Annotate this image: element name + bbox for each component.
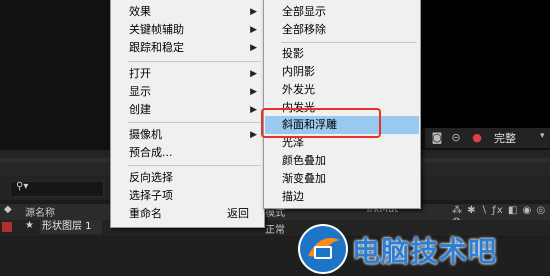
layer-mode-select[interactable]: 正常 bbox=[265, 221, 285, 236]
menu-separator bbox=[128, 61, 261, 62]
menu-item-label: 摄像机 bbox=[129, 128, 162, 141]
menu-item-camera[interactable]: 摄像机 ▶ bbox=[112, 126, 263, 144]
label-column-icon: ◆ bbox=[4, 204, 12, 215]
toggle-icon[interactable]: ⊝ bbox=[449, 131, 463, 144]
menu-item-label: 预合成... bbox=[129, 146, 173, 159]
menu-item-gradient-overlay[interactable]: 渐变叠加 bbox=[265, 170, 419, 188]
menu-item-label: 关键帧辅助 bbox=[129, 23, 184, 36]
chevron-right-icon: ▶ bbox=[250, 43, 257, 53]
menu-item-shortcut: 返回 bbox=[227, 207, 249, 220]
search-icon[interactable]: ⚲▾ bbox=[16, 181, 28, 192]
layer-styles-submenu: 全部显示 全部移除 投影 内阴影 外发光 内发光 斜面和浮雕 光泽 颜色叠加 渐… bbox=[263, 0, 421, 209]
chevron-right-icon: ▶ bbox=[250, 7, 257, 17]
camera-icon[interactable]: ◙ bbox=[430, 131, 444, 144]
menu-item-label: 颜色叠加 bbox=[282, 154, 326, 167]
menu-item-label: 跟踪和稳定 bbox=[129, 41, 184, 54]
menu-item-label: 描边 bbox=[282, 190, 304, 203]
annotation-highlight-box bbox=[261, 108, 381, 138]
menu-item-select-children[interactable]: 选择子项 bbox=[112, 187, 263, 205]
menu-item-label: 显示 bbox=[129, 85, 151, 98]
chevron-right-icon: ▶ bbox=[250, 69, 257, 79]
resolution-select[interactable]: 完整 bbox=[494, 130, 516, 146]
menu-item-keyframe-assistant[interactable]: 关键帧辅助 ▶ bbox=[112, 21, 263, 39]
menu-item-track-and-stabilize[interactable]: 跟踪和稳定 ▶ bbox=[112, 39, 263, 57]
layer-color-label[interactable] bbox=[2, 222, 12, 232]
menu-item-label: 选择子项 bbox=[129, 189, 173, 202]
menu-item-inner-shadow[interactable]: 内阴影 bbox=[265, 63, 419, 81]
watermark-text: 电脑技术吧 bbox=[352, 235, 498, 268]
menu-item-label: 创建 bbox=[129, 103, 151, 116]
menu-item-reveal[interactable]: 显示 ▶ bbox=[112, 83, 263, 101]
menu-item-rename[interactable]: 重命名 返回 bbox=[112, 205, 263, 223]
menu-separator bbox=[128, 165, 261, 166]
column-mode-label: 模式 bbox=[265, 208, 285, 219]
layer-context-menu: 效果 ▶ 关键帧辅助 ▶ 跟踪和稳定 ▶ 打开 ▶ 显示 ▶ 创建 ▶ 摄像机 … bbox=[110, 0, 265, 228]
menu-item-effects[interactable]: 效果 ▶ bbox=[112, 3, 263, 21]
menu-item-label: 打开 bbox=[129, 67, 151, 80]
column-source-name[interactable]: 源名称 bbox=[25, 204, 55, 219]
menu-item-remove-all[interactable]: 全部移除 bbox=[265, 21, 419, 39]
menu-item-label: 投影 bbox=[282, 47, 304, 60]
chevron-down-icon[interactable]: ▾ bbox=[540, 131, 545, 141]
menu-item-label: 效果 bbox=[129, 5, 151, 18]
chevron-right-icon: ▶ bbox=[250, 130, 257, 140]
chevron-right-icon: ▶ bbox=[250, 105, 257, 115]
menu-item-label: 反向选择 bbox=[129, 171, 173, 184]
menu-item-precompose[interactable]: 预合成... bbox=[112, 144, 263, 162]
color-channel-icon[interactable]: ● bbox=[470, 131, 484, 144]
menu-item-open[interactable]: 打开 ▶ bbox=[112, 65, 263, 83]
menu-item-label: 渐变叠加 bbox=[282, 172, 326, 185]
menu-item-show-all[interactable]: 全部显示 bbox=[265, 3, 419, 21]
watermark-logo-icon bbox=[300, 226, 346, 272]
menu-item-label: 重命名 bbox=[129, 207, 162, 220]
shape-layer-icon: ★ bbox=[25, 220, 34, 231]
chevron-right-icon: ▶ bbox=[250, 25, 257, 35]
menu-item-drop-shadow[interactable]: 投影 bbox=[265, 45, 419, 63]
menu-item-stroke[interactable]: 描边 bbox=[265, 188, 419, 206]
menu-item-create[interactable]: 创建 ▶ bbox=[112, 101, 263, 119]
menu-separator bbox=[128, 122, 261, 123]
menu-item-label: 外发光 bbox=[282, 83, 315, 96]
menu-item-label: 全部显示 bbox=[282, 5, 326, 18]
menu-item-label: 内阴影 bbox=[282, 65, 315, 78]
layer-name[interactable]: 形状图层 1 bbox=[40, 220, 102, 234]
menu-item-color-overlay[interactable]: 颜色叠加 bbox=[265, 152, 419, 170]
menu-item-invert-selection[interactable]: 反向选择 bbox=[112, 169, 263, 187]
menu-separator bbox=[281, 42, 417, 43]
menu-item-outer-glow[interactable]: 外发光 bbox=[265, 81, 419, 99]
menu-item-label: 全部移除 bbox=[282, 23, 326, 36]
chevron-right-icon: ▶ bbox=[250, 87, 257, 97]
